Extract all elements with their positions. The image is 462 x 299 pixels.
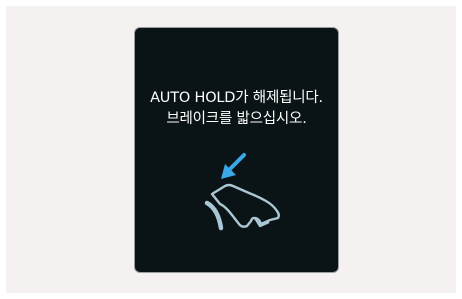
brake-pedal-foot-icon — [204, 153, 280, 231]
press-brake-message: 브레이크를 밟으십시오. — [166, 111, 307, 127]
foot-icon — [210, 183, 280, 228]
arrow-icon — [221, 153, 246, 179]
pedal-icon — [204, 200, 224, 231]
image-backdrop: AUTO HOLD가 해제됩니다. 브레이크를 밟으십시오. — [6, 6, 456, 293]
auto-hold-released-message: AUTO HOLD가 해제됩니다. — [150, 90, 323, 106]
cluster-display: AUTO HOLD가 해제됩니다. 브레이크를 밟으십시오. — [134, 27, 339, 273]
